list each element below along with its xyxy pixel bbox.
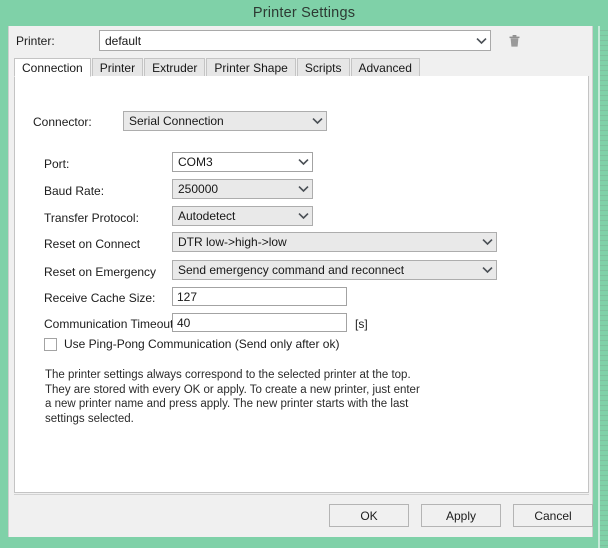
chevron-down-icon: [294, 212, 312, 220]
baud-rate-label: Baud Rate:: [44, 184, 105, 198]
connection-tab-panel: Connector: Serial Connection Port: COM3 …: [14, 76, 589, 493]
chevron-down-icon: [478, 238, 496, 246]
ping-pong-checkbox-row[interactable]: Use Ping-Pong Communication (Send only a…: [44, 337, 339, 351]
chevron-down-icon: [294, 185, 312, 193]
chevron-down-icon: [478, 266, 496, 274]
tab-printer-shape[interactable]: Printer Shape: [206, 58, 296, 76]
dialog-body: Printer: default Connection Printer Extr…: [8, 26, 593, 537]
transfer-protocol-select-value: Autodetect: [178, 209, 236, 223]
dialog-footer: OK Apply Cancel: [14, 494, 593, 534]
tab-extruder[interactable]: Extruder: [144, 58, 206, 76]
transfer-protocol-select[interactable]: Autodetect: [172, 206, 313, 226]
port-select[interactable]: COM3: [172, 152, 313, 172]
trash-icon: [508, 34, 521, 48]
reset-on-connect-select-value: DTR low->high->low: [178, 235, 287, 249]
connector-select[interactable]: Serial Connection: [123, 111, 327, 131]
apply-button[interactable]: Apply: [421, 504, 501, 527]
receive-cache-size-input[interactable]: 127: [172, 287, 347, 306]
printer-select[interactable]: default: [99, 30, 491, 51]
title-bar: Printer Settings: [0, 0, 608, 26]
reset-on-connect-label: Reset on Connect: [44, 237, 141, 251]
delete-printer-button[interactable]: [503, 30, 525, 51]
tab-scripts[interactable]: Scripts: [296, 58, 350, 76]
communication-timeout-label: Communication Timeout:: [44, 317, 177, 331]
receive-cache-size-label: Receive Cache Size:: [44, 291, 156, 305]
tab-printer[interactable]: Printer: [91, 58, 144, 76]
reset-on-emergency-label: Reset on Emergency: [44, 265, 157, 279]
transfer-protocol-label: Transfer Protocol:: [44, 211, 139, 225]
connector-select-value: Serial Connection: [129, 114, 224, 128]
reset-on-connect-select[interactable]: DTR low->high->low: [172, 232, 497, 252]
baud-rate-select[interactable]: 250000: [172, 179, 313, 199]
ok-button[interactable]: OK: [329, 504, 409, 527]
help-text: The printer settings always correspond t…: [45, 369, 420, 425]
communication-timeout-unit: [s]: [355, 317, 368, 331]
printer-selector-row: Printer: default: [9, 26, 592, 56]
background-texture: [600, 0, 608, 548]
printer-settings-window: Printer Settings Printer: default Connec…: [0, 0, 608, 548]
port-label: Port:: [44, 157, 70, 171]
ping-pong-checkbox[interactable]: [44, 337, 57, 351]
tab-strip: Connection Printer Extruder Printer Shap…: [14, 58, 589, 77]
window-title: Printer Settings: [252, 5, 356, 21]
reset-on-emergency-select-value: Send emergency command and reconnect: [178, 263, 405, 277]
background-edge-line: [598, 0, 600, 548]
port-select-value: COM3: [178, 155, 213, 169]
cancel-button[interactable]: Cancel: [513, 504, 593, 527]
chevron-down-icon: [294, 158, 312, 166]
tab-connection[interactable]: Connection: [14, 58, 91, 77]
chevron-down-icon: [308, 117, 326, 125]
connector-label: Connector:: [33, 115, 92, 129]
printer-select-value: default: [105, 33, 142, 48]
tab-advanced[interactable]: Advanced: [350, 58, 420, 76]
baud-rate-select-value: 250000: [178, 182, 219, 196]
printer-label: Printer:: [16, 34, 55, 48]
communication-timeout-input[interactable]: 40: [172, 313, 347, 332]
communication-timeout-value: 40: [177, 315, 191, 330]
ping-pong-label: Use Ping-Pong Communication (Send only a…: [64, 337, 340, 351]
reset-on-emergency-select[interactable]: Send emergency command and reconnect: [172, 260, 497, 280]
receive-cache-size-value: 127: [177, 289, 198, 304]
chevron-down-icon: [472, 37, 490, 45]
